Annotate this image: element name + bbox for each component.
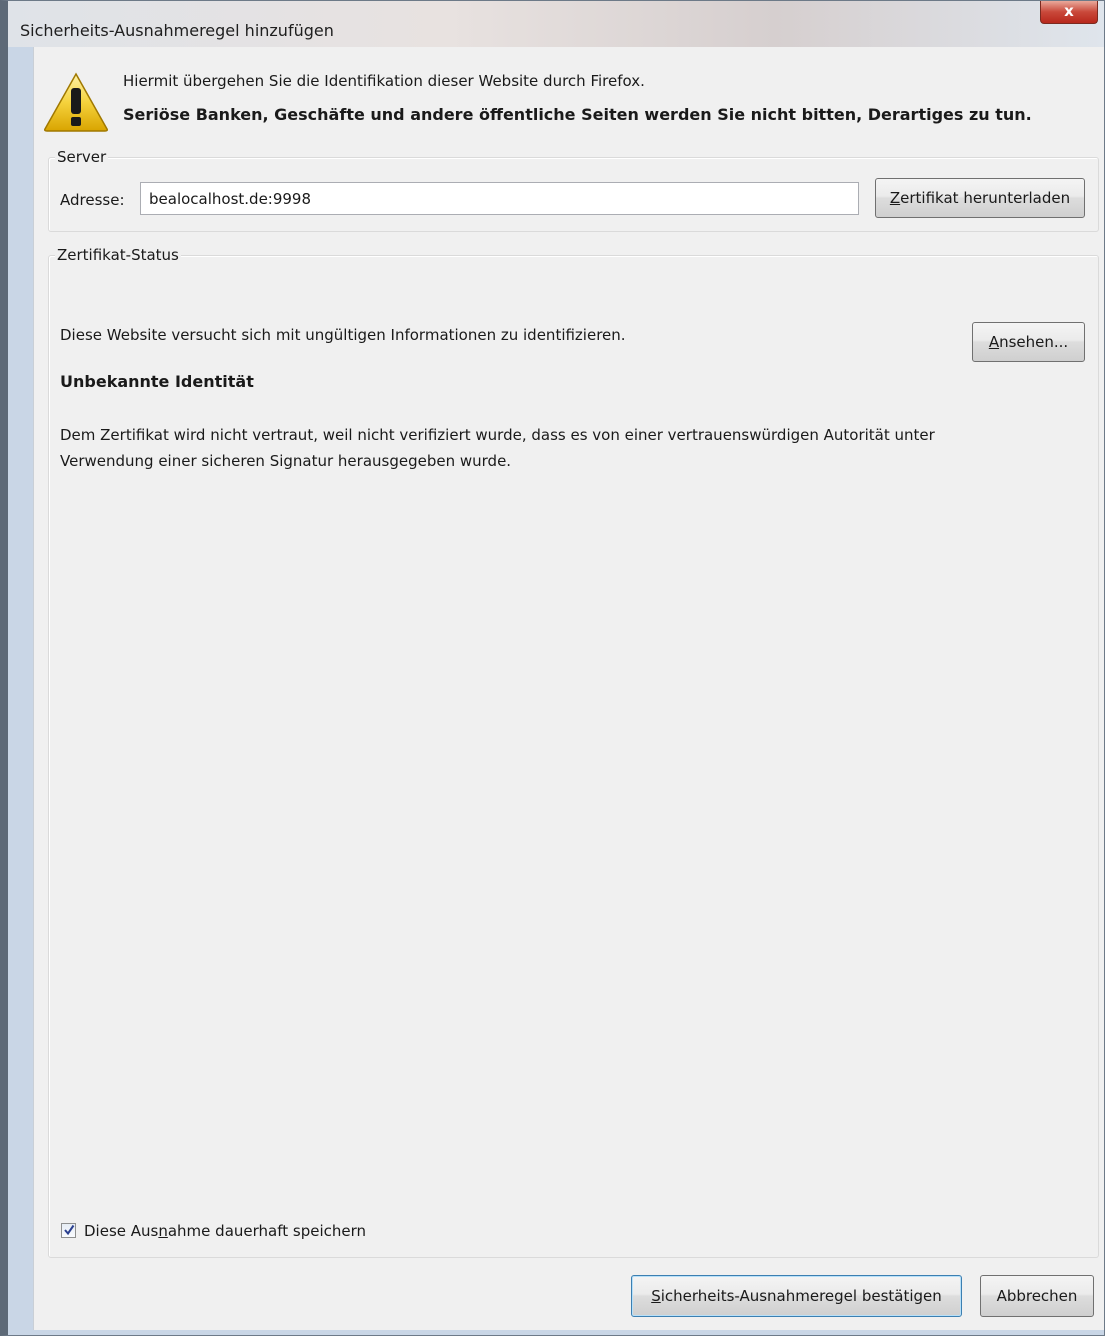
confirm-label: icherheits-Ausnahmeregel bestätigen bbox=[660, 1287, 942, 1305]
dialog-window: Sicherheits-Ausnahmeregel hinzufügen x H… bbox=[0, 0, 1105, 1336]
title-bar[interactable]: Sicherheits-Ausnahmeregel hinzufügen x bbox=[8, 1, 1104, 47]
checkbox-checked-icon[interactable] bbox=[61, 1223, 76, 1238]
view-certificate-button[interactable]: Ansehen... bbox=[972, 322, 1085, 362]
cancel-button[interactable]: Abbrechen bbox=[980, 1275, 1094, 1317]
persist-label-accel: n bbox=[158, 1222, 168, 1240]
persist-exception-checkbox[interactable]: Diese Ausnahme dauerhaft speichern bbox=[61, 1222, 366, 1240]
download-certificate-button[interactable]: Zertifikat herunterladen bbox=[875, 178, 1085, 218]
download-accel: Z bbox=[889, 189, 901, 207]
status-heading: Unbekannte Identität bbox=[60, 372, 254, 391]
confirm-exception-button[interactable]: Sicherheits-Ausnahmeregel bestätigen bbox=[631, 1275, 962, 1317]
close-button[interactable]: x bbox=[1040, 1, 1098, 24]
certificate-status-group: Zertifikat-Status Diese Website versucht… bbox=[48, 246, 1099, 1258]
status-message: Diese Website versucht sich mit ungültig… bbox=[60, 326, 626, 344]
view-label: nsehen... bbox=[999, 333, 1069, 351]
dialog-content: Hiermit übergehen Sie die Identifikation… bbox=[33, 47, 1104, 1330]
status-description: Dem Zertifikat wird nicht vertraut, weil… bbox=[60, 426, 935, 470]
address-label: Adresse: bbox=[60, 191, 125, 209]
window-title: Sicherheits-Ausnahmeregel hinzufügen bbox=[20, 21, 334, 40]
server-group: Server Adresse: Zertifikat herunterladen bbox=[48, 148, 1099, 232]
warning-emphasis: Seriöse Banken, Geschäfte und andere öff… bbox=[123, 105, 1032, 124]
address-input[interactable] bbox=[140, 182, 859, 215]
warning-triangle-icon bbox=[44, 72, 108, 132]
server-legend: Server bbox=[55, 148, 109, 166]
persist-label-pre: Diese Aus bbox=[84, 1222, 159, 1240]
warning-message: Hiermit übergehen Sie die Identifikation… bbox=[123, 72, 645, 90]
status-legend: Zertifikat-Status bbox=[55, 246, 181, 264]
confirm-accel: S bbox=[651, 1287, 661, 1305]
download-label: ertifikat herunterladen bbox=[900, 189, 1071, 207]
persist-label-post: ahme dauerhaft speichern bbox=[167, 1222, 367, 1240]
view-accel: A bbox=[988, 333, 1000, 351]
